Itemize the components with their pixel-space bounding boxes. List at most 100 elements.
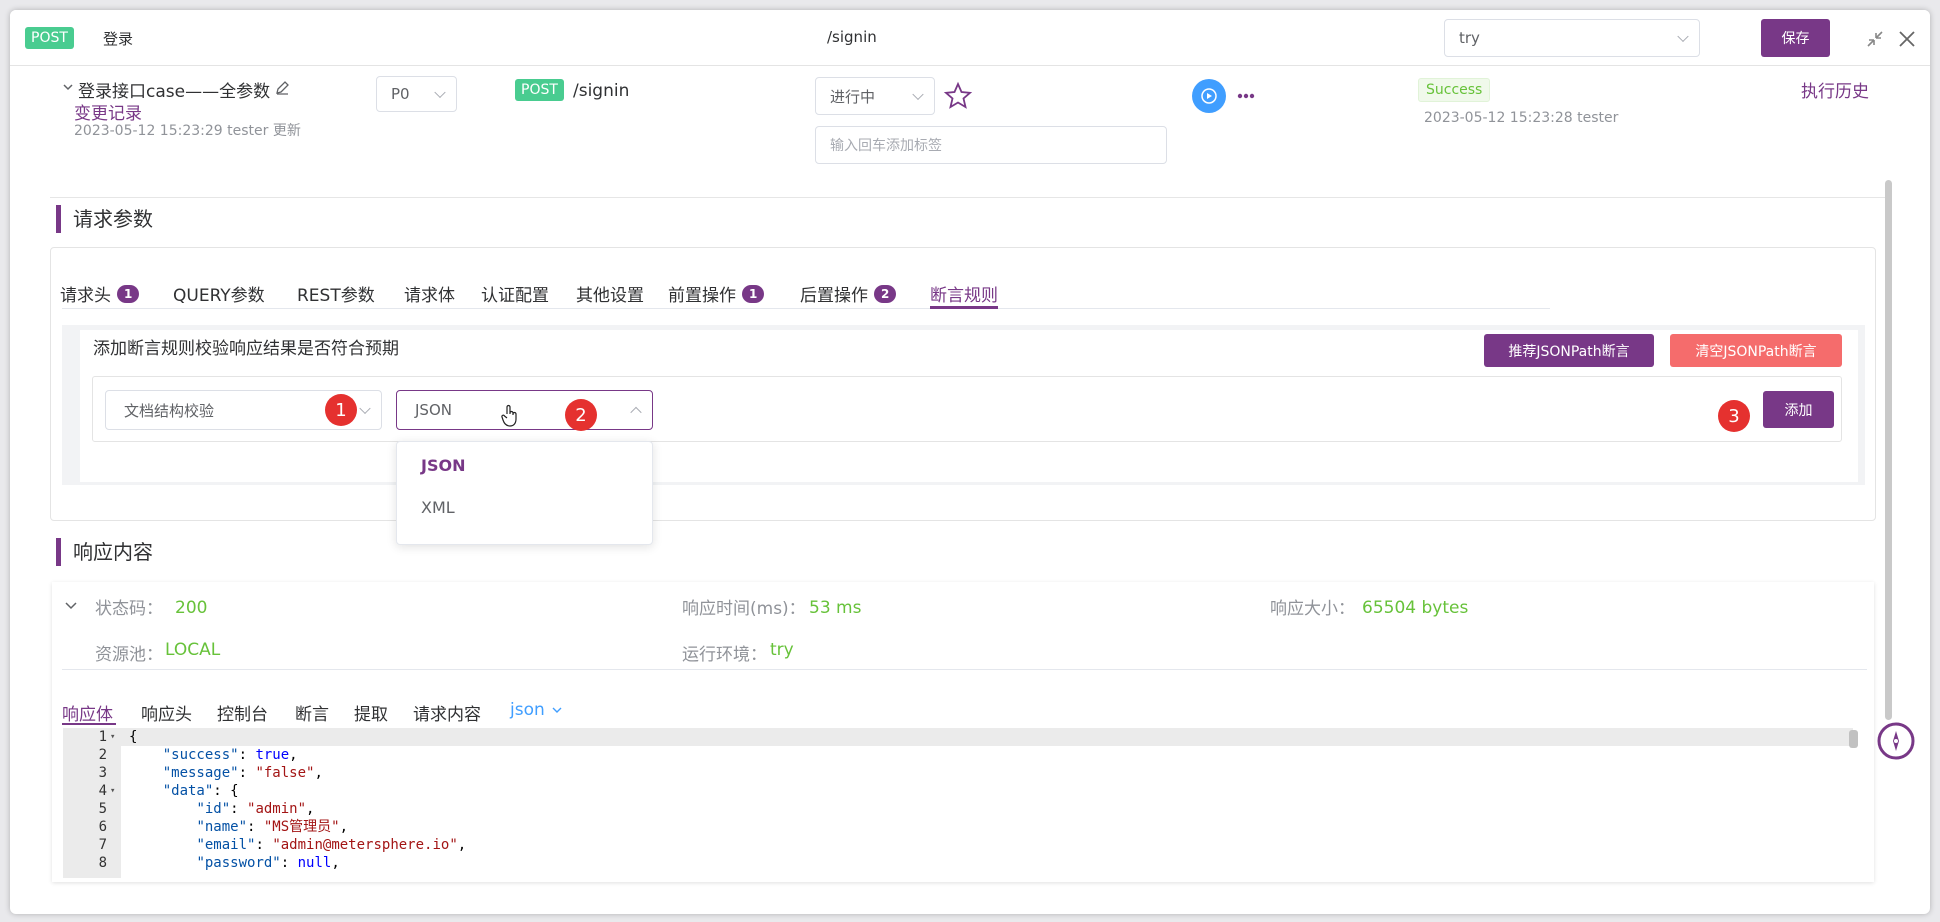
line-number: 4 [98,783,107,799]
chevron-up-icon [630,406,642,419]
environment-select[interactable]: try [1444,19,1700,57]
active-tab-indicator [930,306,998,309]
response-size-value: 65504 bytes [1362,598,1469,618]
close-icon[interactable] [1897,29,1917,49]
format-toggle[interactable]: json [510,700,563,720]
format-dropdown: JSON XML [396,441,653,545]
clear-jsonpath-button[interactable]: 清空JSONPath断言 [1670,334,1842,367]
tab-8[interactable]: 后置操作 2 [800,281,897,306]
code-text: { [129,729,138,745]
case-path: /signin [573,81,630,101]
editor-scrollbar[interactable] [1849,730,1858,748]
response-tab-3[interactable]: 控制台 [217,700,268,725]
line-number: 8 [98,855,107,871]
code-text: "data": { [162,783,239,799]
api-name: 登录 [103,30,134,48]
response-title: 响应内容 [56,538,153,566]
edit-icon[interactable] [274,80,290,96]
code-line: 6 "name": "MS管理员", [63,818,1871,836]
star-icon[interactable] [943,81,973,111]
more-icon[interactable] [1237,92,1255,100]
dropdown-option-xml[interactable]: XML [421,498,455,517]
tab-3[interactable]: REST参数 [297,281,375,306]
history-link[interactable]: 执行历史 [1801,77,1869,102]
add-assert-button[interactable]: 添加 [1763,391,1834,428]
case-method-badge: POST [515,79,564,101]
format-toggle-label: json [510,700,545,720]
marker-3: 3 [1718,400,1750,432]
active-response-tab-indicator [62,723,116,725]
chevron-down-icon[interactable] [62,81,74,93]
chevron-down-icon[interactable] [64,598,78,612]
response-tab-6[interactable]: 请求内容 [413,700,481,725]
tab-9[interactable]: 断言规则 [930,281,998,306]
run-env-value: try [770,640,794,660]
chevron-down-icon [1677,30,1689,43]
tab-1[interactable]: 请求头 1 [60,281,140,306]
tab-2[interactable]: QUERY参数 [173,281,265,306]
tab-7[interactable]: 前置操作 1 [668,281,765,306]
save-button[interactable]: 保存 [1761,19,1830,57]
page-scrollbar[interactable] [1885,180,1892,720]
priority-select[interactable]: P0 [376,76,457,112]
tab-count-badge: 1 [742,284,765,303]
dropdown-option-json[interactable]: JSON [421,456,465,475]
environment-select-value: try [1459,29,1480,47]
updated-info: 2023-05-12 15:23:29 tester 更新 [74,123,301,139]
status-select[interactable]: 进行中 [815,77,935,115]
line-number: 1 [98,729,107,745]
tab-label: 后置操作 [800,286,868,306]
response-body-editor[interactable]: 1 ▾{2 "success": true, 3 "message": "false… [63,728,1871,878]
top-bar: POST 登录 /signin try 保存 [10,10,1930,66]
tab-label: REST参数 [297,286,375,306]
code-line: 7 "email": "admin@metersphere.io", [63,836,1871,854]
divider [62,669,1867,670]
line-number: 6 [98,819,107,835]
tab-label: QUERY参数 [173,286,265,306]
code-line: 1 ▾ { [63,728,1871,746]
status-select-value: 进行中 [830,87,876,106]
result-badge: Success [1418,78,1491,102]
line-number: 5 [98,801,107,817]
response-time-label: 响应时间(ms)： [682,599,806,619]
response-tab-1[interactable]: 响应体 [62,700,113,725]
line-number: 7 [98,837,107,853]
fold-icon[interactable]: ▾ [110,782,115,800]
response-tab-4[interactable]: 断言 [295,700,329,725]
fold-icon[interactable]: ▾ [110,728,115,746]
status-code-label: 状态码： [95,599,163,619]
response-tab-2[interactable]: 响应头 [141,700,192,725]
tab-6[interactable]: 其他设置 [576,281,644,306]
code-text: "email": "admin@metersphere.io", [196,837,467,853]
collapse-icon[interactable] [1865,29,1885,49]
code-text: "message": "false", [162,765,323,781]
run-icon[interactable] [1192,79,1226,113]
compass-icon[interactable] [1876,721,1916,761]
response-time-value: 53 ms [809,598,862,618]
status-code-value: 200 [175,598,208,618]
code-line: 4 ▾ "data": { [63,782,1871,800]
tab-count-badge: 1 [117,284,140,303]
resource-pool-label: 资源池： [95,645,163,665]
api-path: /signin [827,28,877,46]
line-number: 2 [98,747,107,763]
code-text: "id": "admin", [196,801,315,817]
recommend-jsonpath-button[interactable]: 推荐JSONPath断言 [1484,334,1654,367]
code-line: 3 "message": "false", [63,764,1871,782]
code-line: 8 "password": null, [63,854,1871,872]
code-text: "password": null, [196,855,340,871]
format-select[interactable]: JSON [396,390,653,430]
tab-4[interactable]: 请求体 [404,281,455,306]
tab-divider [62,308,1550,309]
app-window: POST 登录 /signin try 保存 登录接口case——全参数 变更记… [10,10,1930,914]
line-number: 3 [98,765,107,781]
chevron-down-icon [552,707,562,713]
tag-input[interactable]: 输入回车添加标签 [815,126,1167,164]
chevron-down-icon [434,86,446,99]
tab-label: 请求头 [60,286,111,306]
code-text: "success": true, [162,747,298,763]
tab-5[interactable]: 认证配置 [481,281,549,306]
assert-hint: 添加断言规则校验响应结果是否符合预期 [93,339,399,359]
hand-cursor-icon [501,404,517,427]
response-tab-5[interactable]: 提取 [354,700,388,725]
